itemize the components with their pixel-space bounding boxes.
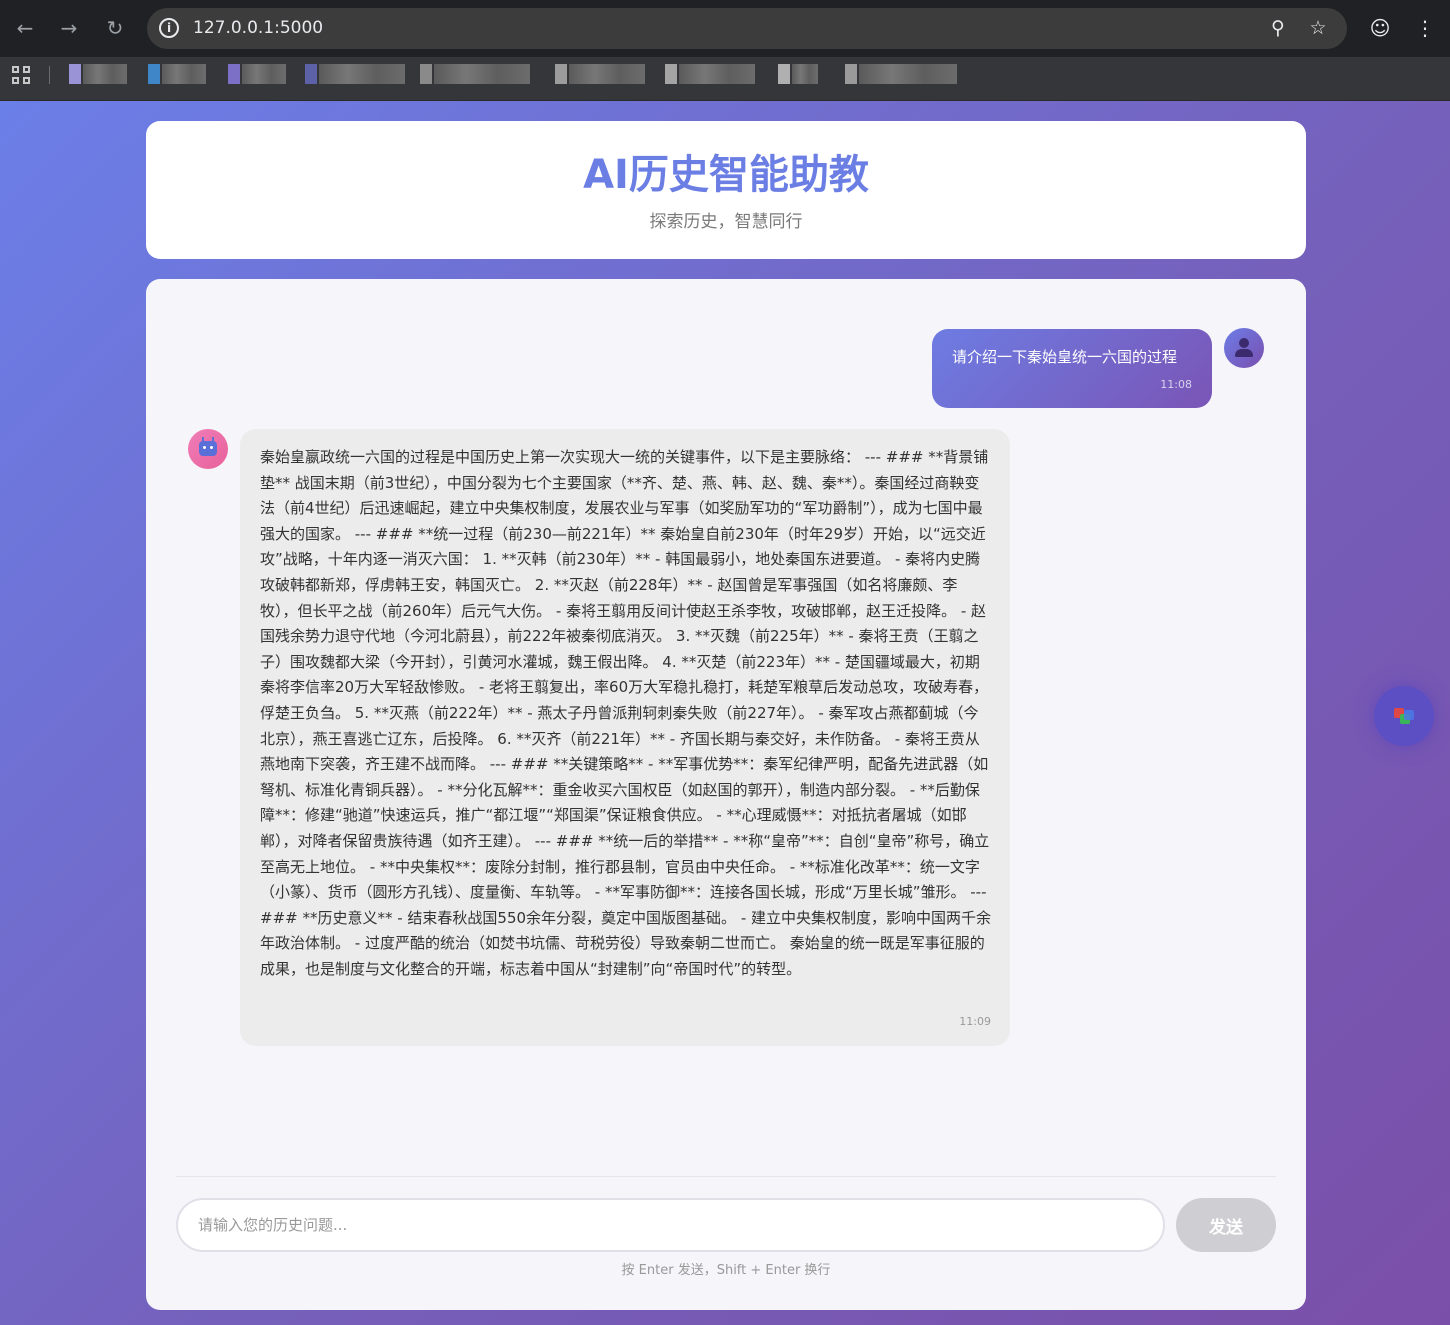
chat-panel: 请介绍一下秦始皇统一六国的过程 11:08 秦始皇嬴政统一六国的过程是中国历史上… [146,279,1306,1310]
bookmark-item[interactable] [665,64,755,84]
site-info-icon[interactable]: i [159,18,179,38]
forward-arrow-icon[interactable]: → [55,14,83,42]
user-avatar-icon [1224,328,1264,368]
bookmark-item[interactable] [148,64,206,84]
header-card: AI历史智能助教 探索历史，智慧同行 [146,121,1306,259]
bookmark-item[interactable] [778,64,818,84]
page-subtitle: 探索历史，智慧同行 [649,212,803,232]
bookmark-item[interactable] [845,64,957,84]
page-background: AI历史智能助教 探索历史，智慧同行 请介绍一下秦始皇统一六国的过程 11:08… [0,101,1450,1325]
bookmark-item[interactable] [228,64,286,84]
address-bar[interactable]: i 127.0.0.1:5000 ⚲ ☆ [147,8,1347,49]
robot-avatar-icon [188,429,228,469]
floating-widget-icon[interactable] [1374,686,1434,746]
assistant-message-text: 秦始皇嬴政统一六国的过程是中国历史上第一次实现大一统的关键事件，以下是主要脉络：… [260,448,992,978]
user-message: 请介绍一下秦始皇统一六国的过程 11:08 [932,329,1212,408]
profile-icon[interactable]: ☺ [1366,14,1394,42]
bookmark-item[interactable] [305,64,405,84]
address-url[interactable]: 127.0.0.1:5000 [193,18,323,39]
reload-icon[interactable]: ↻ [101,14,129,42]
bookmark-item[interactable] [69,64,127,84]
send-button[interactable]: 发送 [1176,1198,1276,1252]
bookmark-item[interactable] [420,64,530,84]
question-input[interactable] [176,1198,1165,1252]
input-divider [176,1176,1276,1177]
bookmark-item[interactable] [555,64,645,84]
assistant-message: 秦始皇嬴政统一六国的过程是中国历史上第一次实现大一统的关键事件，以下是主要脉络：… [240,429,1010,1046]
bookmark-star-icon[interactable]: ☆ [1306,16,1330,40]
page-title: AI历史智能助教 [583,152,869,198]
user-message-time: 11:08 [1160,378,1192,391]
keyboard-hint: 按 Enter 发送，Shift + Enter 换行 [621,1263,831,1278]
zoom-icon[interactable]: ⚲ [1266,16,1290,40]
assistant-message-time: 11:09 [959,1015,991,1028]
browser-toolbar: ← → ↻ i 127.0.0.1:5000 ⚲ ☆ ☺ ⋮ [0,0,1450,57]
apps-grid-icon[interactable] [12,66,32,86]
user-message-text: 请介绍一下秦始皇统一六国的过程 [952,348,1178,366]
bookmarks-separator [49,66,50,84]
menu-dots-icon[interactable]: ⋮ [1411,14,1439,42]
back-arrow-icon[interactable]: ← [11,14,39,42]
